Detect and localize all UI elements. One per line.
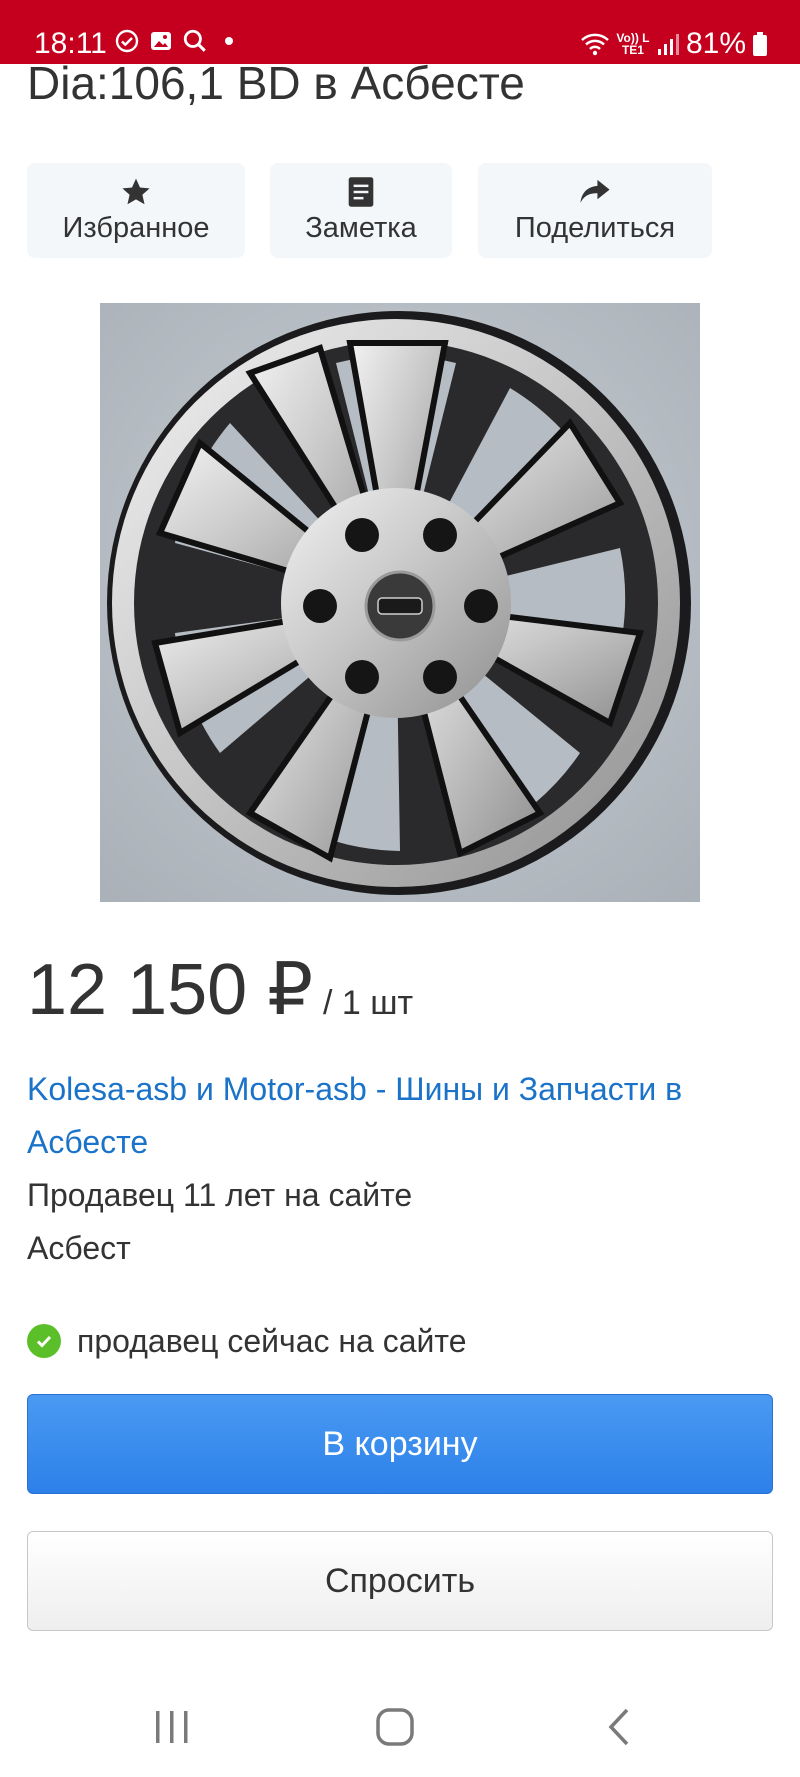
back-icon[interactable] (590, 1702, 650, 1752)
ask-seller-button[interactable]: Спросить (27, 1531, 773, 1631)
star-icon (120, 176, 152, 208)
share-button[interactable]: Поделиться (478, 163, 712, 258)
favorite-label: Избранное (62, 212, 210, 244)
status-system-icons: Vo)) LTE1 81% (580, 26, 768, 62)
seller-name-link[interactable]: Kolesa-asb и Motor-asb - Шины и Запчасти… (27, 1063, 767, 1169)
gallery-icon (148, 28, 174, 54)
dot-icon (216, 28, 242, 54)
price-unit: / 1 шт (323, 984, 414, 1022)
wheel-rim-image (100, 303, 700, 902)
battery-level: 81% (685, 27, 746, 60)
note-label: Заметка (305, 212, 417, 244)
status-time: 18:11 (34, 27, 107, 60)
check-circle-icon (114, 28, 140, 54)
navigation-bar (0, 1672, 800, 1777)
share-label: Поделиться (514, 212, 676, 244)
price-value: 12 150 ₽ (27, 950, 314, 1030)
add-to-cart-button[interactable]: В корзину (27, 1394, 773, 1494)
note-button[interactable]: Заметка (270, 163, 452, 258)
seller-city: Асбест (27, 1230, 131, 1266)
status-notification-icons (114, 28, 242, 54)
price-block: 12 150 ₽ / 1 шт (27, 950, 413, 1030)
product-image[interactable] (100, 303, 700, 902)
seller-online-status: продавец сейчас на сайте (27, 1318, 467, 1364)
wifi-icon (580, 31, 610, 57)
note-icon (347, 176, 375, 208)
signal-icon (656, 31, 680, 57)
volte-icon: Vo)) LTE1 (616, 31, 650, 57)
battery-icon (752, 31, 768, 57)
favorite-button[interactable]: Избранное (27, 163, 245, 258)
search-icon (182, 28, 208, 54)
seller-online-text: продавец сейчас на сайте (77, 1323, 467, 1359)
status-bar: 18:11 Vo)) LTE1 81% (0, 0, 800, 64)
share-icon (578, 176, 612, 208)
check-icon (27, 1324, 61, 1358)
recents-icon[interactable] (142, 1702, 202, 1752)
home-icon[interactable] (365, 1702, 425, 1752)
seller-years: Продавец 11 лет на сайте (27, 1177, 413, 1213)
